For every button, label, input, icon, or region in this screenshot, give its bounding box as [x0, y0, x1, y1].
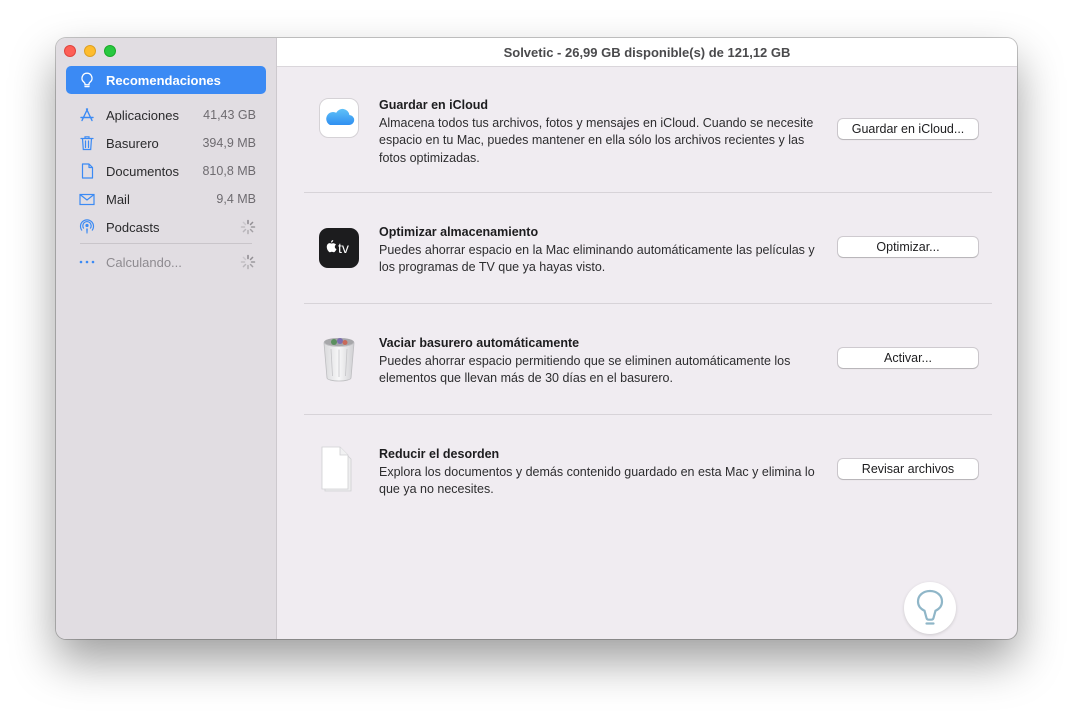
review-files-button[interactable]: Revisar archivos: [838, 459, 978, 479]
storage-window: Recomendaciones Aplicaciones 41,43 GB Ba…: [56, 38, 1017, 639]
sidebar-item-label: Aplicaciones: [106, 107, 179, 123]
recommendation-description: Explora los documentos y demás contenido…: [379, 465, 815, 497]
minimize-button[interactable]: [84, 45, 96, 57]
sidebar-item-podcasts[interactable]: Podcasts: [66, 213, 266, 241]
recommendation-description: Puedes ahorrar espacio en la Mac elimina…: [379, 243, 815, 275]
ellipsis-icon: [78, 253, 96, 271]
sidebar-item-size: 394,9 MB: [202, 136, 256, 150]
zoom-button[interactable]: [104, 45, 116, 57]
close-button[interactable]: [64, 45, 76, 57]
loading-spinner-icon: [240, 219, 256, 235]
sidebar-item-aplicaciones[interactable]: Aplicaciones 41,43 GB: [66, 101, 266, 129]
sidebar-item-mail[interactable]: Mail 9,4 MB: [66, 185, 266, 213]
recommendation-reduce-clutter: Reducir el desorden Explora los document…: [304, 446, 992, 558]
recommendation-title: Reducir el desorden: [379, 447, 500, 461]
sidebar-item-calculando: Calculando...: [66, 248, 266, 276]
sidebar-item-size: 41,43 GB: [203, 108, 256, 122]
podcast-icon: [78, 218, 96, 236]
recommendation-title: Guardar en iCloud: [379, 98, 489, 112]
sidebar: Recomendaciones Aplicaciones 41,43 GB Ba…: [56, 38, 277, 639]
watermark-logo: [904, 582, 956, 634]
main-content: Solvetic - 26,99 GB disponible(s) de 121…: [277, 38, 1017, 639]
section-divider: [304, 192, 992, 193]
sidebar-item-label: Documentos: [106, 163, 179, 179]
sidebar-item-label: Basurero: [106, 135, 159, 151]
sidebar-item-size: 810,8 MB: [202, 164, 256, 178]
window-controls: [64, 45, 116, 57]
icloud-icon: [319, 98, 359, 138]
trash-icon: [78, 134, 96, 152]
recommendation-description: Almacena todos tus archivos, fotos y men…: [379, 116, 814, 165]
lightbulb-icon: [78, 71, 96, 89]
full-trash-icon: [323, 338, 355, 382]
document-icon: [78, 162, 96, 180]
activate-button[interactable]: Activar...: [838, 348, 978, 368]
sidebar-item-recomendaciones[interactable]: Recomendaciones: [66, 66, 266, 94]
loading-spinner-icon: [240, 254, 256, 270]
section-divider: [304, 303, 992, 304]
watermark-figure-icon: [916, 589, 944, 625]
recommendation-title: Vaciar basurero automáticamente: [379, 336, 580, 350]
recommendation-title: Optimizar almacenamiento: [379, 225, 539, 239]
section-divider: [304, 414, 992, 415]
recommendation-description: Puedes ahorrar espacio permitiendo que s…: [379, 354, 791, 386]
sidebar-divider: [80, 243, 252, 244]
sidebar-item-label: Mail: [106, 191, 130, 207]
app-store-icon: [78, 106, 96, 124]
recommendation-optimize: tv Optimizar almacenamiento Puedes ahorr…: [304, 225, 992, 336]
sidebar-item-label: Calculando...: [106, 254, 182, 270]
sidebar-item-label: Recomendaciones: [106, 72, 221, 88]
envelope-icon: [78, 190, 96, 208]
documents-stack-icon: [321, 446, 352, 492]
sidebar-item-documentos[interactable]: Documentos 810,8 MB: [66, 157, 266, 185]
apple-tv-label: tv: [338, 240, 349, 256]
apple-tv-icon: tv: [319, 228, 359, 268]
window-title: Solvetic - 26,99 GB disponible(s) de 121…: [277, 38, 1017, 67]
recommendation-empty-trash: Vaciar basurero automáticamente Puedes a…: [304, 336, 992, 447]
sidebar-item-size: 9,4 MB: [216, 192, 256, 206]
optimize-button[interactable]: Optimizar...: [838, 237, 978, 257]
sidebar-item-label: Podcasts: [106, 219, 160, 235]
sidebar-item-basurero[interactable]: Basurero 394,9 MB: [66, 129, 266, 157]
save-in-icloud-button[interactable]: Guardar en iCloud...: [838, 119, 978, 139]
